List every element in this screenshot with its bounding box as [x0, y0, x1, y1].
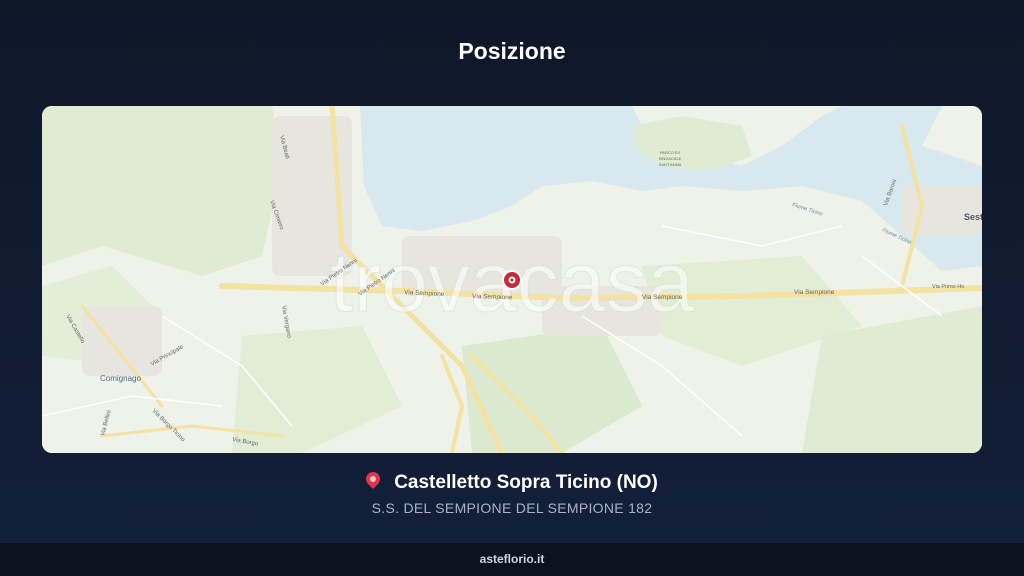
footer: asteflorio.it	[0, 543, 1024, 576]
green-area	[42, 106, 282, 276]
address-text: S.S. DEL SEMPIONE DEL SEMPIONE 182	[371, 500, 653, 516]
location-marker-icon[interactable]	[502, 270, 522, 290]
place-label-comignago: Comignago	[100, 374, 141, 383]
footer-site-label[interactable]: asteflorio.it	[480, 552, 545, 566]
page: Posizione Comignago Sest PARCO EX SINDAC…	[0, 0, 1024, 576]
map-canvas: trovacasa Comignago Sest PARCO EX SINDAC…	[42, 106, 982, 453]
street-label: Via Sempione	[642, 294, 683, 301]
place-label-sindacale: SINDACALE	[659, 156, 682, 161]
street-label: Via Sempione	[472, 293, 513, 301]
place-label-santanna: SANT'ANNA	[659, 162, 682, 167]
map-view[interactable]: trovacasa Comignago Sest PARCO EX SINDAC…	[42, 106, 982, 453]
street-label: Via Primo Ho	[932, 284, 964, 290]
street-label: Via Sempione	[794, 289, 835, 296]
page-title: Posizione	[458, 38, 566, 64]
place-label-parco: PARCO EX	[660, 150, 681, 155]
location-name: Castelletto Sopra Ticino (NO)	[394, 472, 658, 493]
location-line: Castelletto Sopra Ticino (NO)	[0, 469, 1024, 494]
place-label-sesto: Sest	[964, 212, 982, 222]
map-pin-icon	[363, 469, 384, 489]
